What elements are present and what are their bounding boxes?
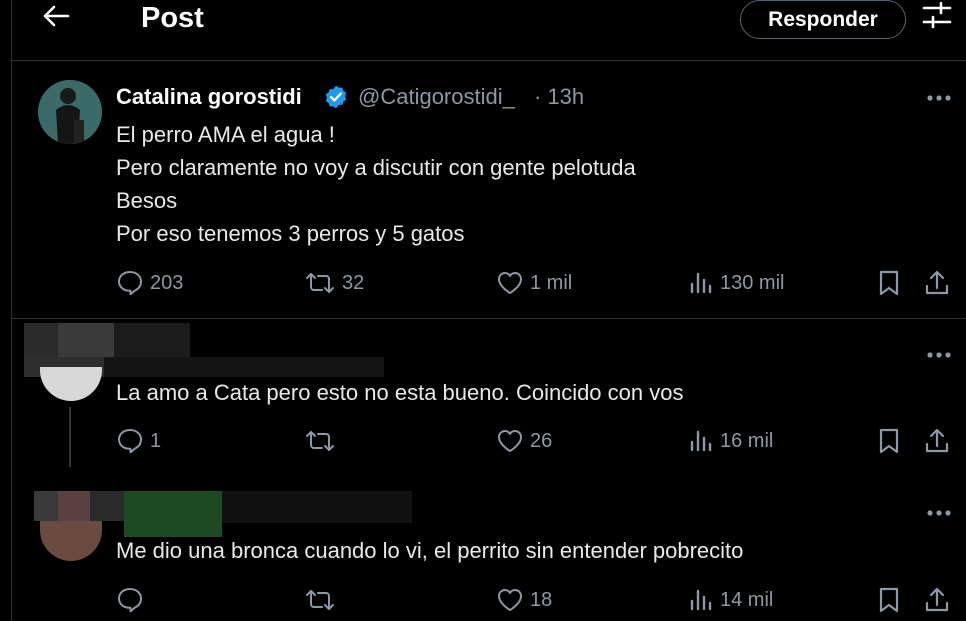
bookmark-button[interactable] bbox=[876, 268, 902, 298]
more-options-icon[interactable] bbox=[926, 351, 952, 359]
view-count: 130 mil bbox=[720, 271, 785, 294]
post-actions: 203 32 1 mil 130 mil bbox=[116, 268, 956, 298]
sliders-icon bbox=[922, 1, 952, 29]
heart-icon bbox=[498, 589, 522, 611]
more-options-icon[interactable] bbox=[926, 509, 952, 517]
censored-block bbox=[222, 491, 412, 523]
reply-count: 1 bbox=[150, 429, 162, 452]
post-header: Post Responder bbox=[12, 0, 966, 61]
bookmark-icon bbox=[879, 270, 899, 296]
arrow-left-icon bbox=[43, 5, 70, 27]
back-button[interactable] bbox=[42, 4, 78, 28]
share-button[interactable] bbox=[924, 585, 950, 615]
views-action[interactable]: 16 mil bbox=[688, 426, 773, 456]
like-action[interactable]: 1 mil bbox=[496, 268, 572, 298]
repost-action[interactable]: 32 bbox=[304, 268, 364, 298]
avatar[interactable] bbox=[40, 367, 102, 401]
bookmark-icon bbox=[879, 428, 899, 454]
reply-actions: 1 26 16 mil bbox=[116, 426, 956, 456]
views-action[interactable]: 14 mil bbox=[688, 585, 773, 615]
page-title: Post bbox=[141, 2, 204, 34]
repost-icon bbox=[306, 590, 334, 610]
like-action[interactable]: 26 bbox=[496, 426, 552, 456]
heart-icon bbox=[498, 272, 522, 294]
author-name[interactable]: Catalina gorostidi bbox=[116, 84, 302, 110]
reply-action[interactable]: 1 bbox=[116, 426, 161, 456]
share-icon bbox=[925, 270, 949, 295]
avatar[interactable] bbox=[38, 80, 102, 144]
censored-block bbox=[104, 357, 384, 377]
avatar-image bbox=[38, 80, 102, 144]
like-count: 26 bbox=[530, 429, 553, 452]
thread-connector bbox=[69, 407, 71, 467]
comment-icon bbox=[118, 271, 142, 296]
repost-icon bbox=[306, 431, 334, 451]
bookmark-button[interactable] bbox=[876, 585, 902, 615]
share-button[interactable] bbox=[924, 426, 950, 456]
like-action[interactable]: 18 bbox=[496, 585, 552, 615]
share-button[interactable] bbox=[924, 268, 950, 298]
view-count: 14 mil bbox=[720, 588, 774, 611]
reply-post[interactable]: La amo a Cata pero esto no esta bueno. C… bbox=[12, 319, 966, 481]
post-text-line: El perro AMA el agua ! bbox=[116, 122, 335, 147]
censored-block bbox=[58, 491, 90, 521]
verified-badge-icon[interactable] bbox=[323, 84, 349, 110]
reply-action[interactable]: 203 bbox=[116, 268, 183, 298]
reply-post[interactable]: Me dio una bronca cuando lo vi, el perri… bbox=[12, 481, 966, 621]
views-action[interactable]: 130 mil bbox=[688, 268, 784, 298]
like-count: 1 mil bbox=[530, 271, 573, 294]
repost-icon bbox=[306, 273, 334, 293]
reply-action[interactable] bbox=[116, 585, 150, 615]
like-count: 18 bbox=[530, 588, 553, 611]
post-text-line: Pero claramente no voy a discutir con ge… bbox=[116, 155, 636, 180]
reply-actions: 18 14 mil bbox=[116, 585, 956, 615]
censored-block bbox=[114, 323, 190, 357]
main-post[interactable]: Catalina gorostidi @Catigorostidi_ · 13h… bbox=[12, 60, 966, 318]
comment-icon bbox=[118, 588, 142, 613]
more-options-icon[interactable] bbox=[926, 94, 952, 102]
censored-block bbox=[58, 323, 114, 357]
author-handle[interactable]: @Catigorostidi_ bbox=[358, 84, 515, 110]
censored-block bbox=[90, 491, 124, 521]
reply-count: 203 bbox=[150, 271, 184, 294]
reply-button[interactable]: Responder bbox=[740, 0, 906, 39]
post-text-line: Por eso tenemos 3 perros y 5 gatos bbox=[116, 221, 465, 246]
bookmark-icon bbox=[879, 587, 899, 613]
heart-icon bbox=[498, 430, 522, 452]
post-text-line: Besos bbox=[116, 188, 178, 213]
reply-text: La amo a Cata pero esto no esta bueno. C… bbox=[116, 380, 684, 405]
share-icon bbox=[925, 587, 949, 612]
analytics-icon bbox=[690, 272, 712, 294]
censored-block bbox=[124, 491, 222, 537]
analytics-icon bbox=[690, 589, 712, 611]
comment-icon bbox=[118, 429, 142, 454]
repost-action[interactable] bbox=[304, 426, 342, 456]
bookmark-button[interactable] bbox=[876, 426, 902, 456]
analytics-icon bbox=[690, 430, 712, 452]
filter-button[interactable] bbox=[922, 1, 952, 30]
post-time[interactable]: · 13h bbox=[534, 84, 584, 110]
repost-count: 32 bbox=[342, 271, 365, 294]
avatar[interactable] bbox=[40, 521, 102, 561]
repost-action[interactable] bbox=[304, 585, 342, 615]
share-icon bbox=[925, 428, 949, 453]
reply-text: Me dio una bronca cuando lo vi, el perri… bbox=[116, 538, 744, 563]
view-count: 16 mil bbox=[720, 429, 774, 452]
